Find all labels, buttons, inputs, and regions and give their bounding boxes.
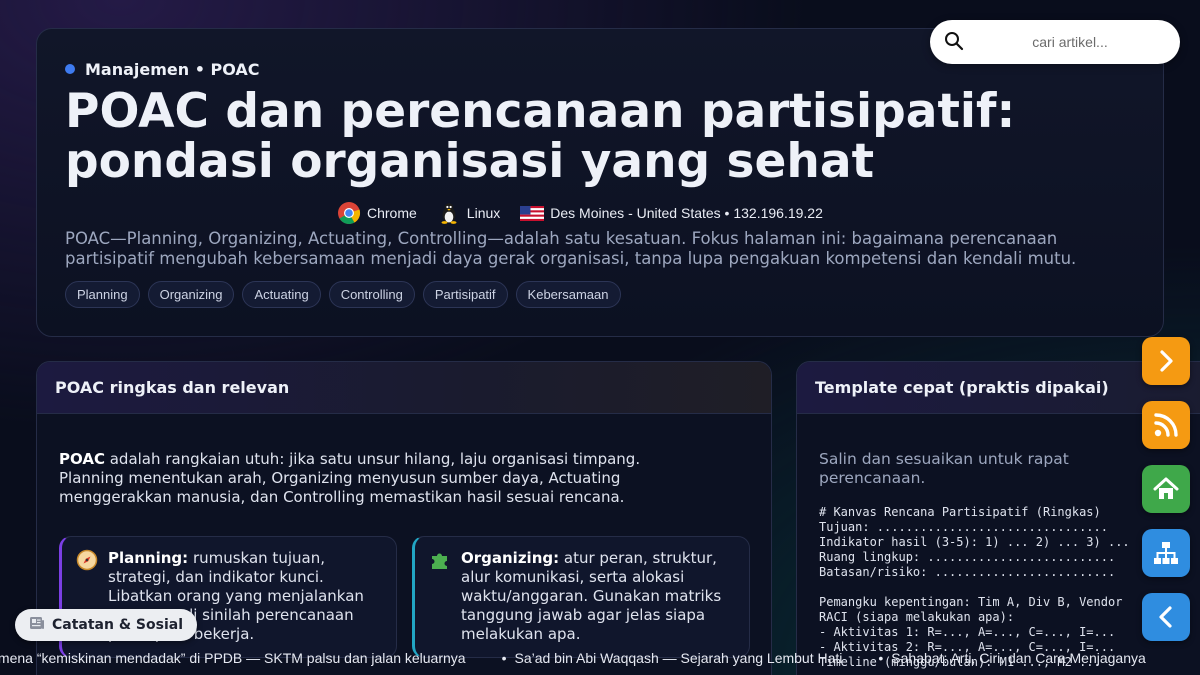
poac-intro: POAC adalah rangkaian utuh: jika satu un…	[59, 450, 699, 507]
next-article-button[interactable]	[1142, 337, 1190, 385]
browser-name: Chrome	[367, 205, 417, 221]
home-button[interactable]	[1142, 465, 1190, 513]
rss-feed-button[interactable]	[1142, 401, 1190, 449]
compass-icon	[76, 549, 98, 571]
category-label[interactable]: Manajemen • POAC	[85, 60, 260, 79]
tag-chip[interactable]: Controlling	[328, 281, 415, 308]
chrome-icon	[337, 201, 361, 225]
us-flag-icon	[520, 201, 545, 225]
chevron-right-icon	[1160, 350, 1173, 372]
puzzle-icon	[429, 549, 451, 571]
pillar-label: Organizing:	[461, 549, 560, 567]
linux-icon	[437, 201, 461, 225]
os-name: Linux	[466, 205, 501, 221]
tag-chip[interactable]: Kebersamaan	[515, 281, 621, 308]
breadcrumb: Manajemen • POAC	[65, 59, 260, 79]
notes-social-button[interactable]: Catatan & Sosial	[15, 609, 198, 641]
tag-chip[interactable]: Planning	[65, 281, 140, 308]
page-title: POAC dan perencanaan partisipatif: ponda…	[65, 84, 1016, 189]
ticker-item[interactable]: Sa’ad bin Abi Waqqash — Sejarah yang Lem…	[514, 650, 878, 666]
pillar-label: Planning:	[108, 549, 189, 567]
location-ip: Des Moines - United States • 132.196.19.…	[550, 205, 823, 221]
search-icon[interactable]	[944, 31, 964, 55]
tag-chip[interactable]: Actuating	[242, 281, 321, 308]
card-title: POAC ringkas dan relevan	[37, 362, 771, 414]
template-card: Template cepat (praktis dipakai) Salin d…	[796, 361, 1200, 675]
tag-chip[interactable]: Organizing	[147, 281, 235, 308]
ticker-bullet: •	[501, 650, 507, 666]
card-title: Template cepat (praktis dipakai)	[797, 362, 1200, 414]
sitemap-button[interactable]	[1142, 529, 1190, 577]
tag-chip[interactable]: Partisipatif	[422, 281, 508, 308]
home-icon	[1153, 477, 1179, 499]
category-dot-icon	[65, 64, 75, 74]
previous-article-button[interactable]	[1142, 593, 1190, 641]
ticker-item[interactable]: Sahabat: Arti, Ciri, dan Cara Menjaganya	[891, 650, 1181, 666]
intro-text: adalah rangkaian utuh: jika satu unsur h…	[59, 450, 641, 506]
template-description: Salin dan sesuaikan untuk rapat perencan…	[819, 450, 1069, 487]
article-header: Manajemen • POAC POAC dan perencanaan pa…	[36, 28, 1164, 337]
lead-text: POAC—Planning, Organizing, Actuating, Co…	[65, 229, 1077, 268]
visitor-meta: Chrome Linux Des Moines - United States …	[337, 201, 823, 225]
intro-bold: POAC	[59, 450, 105, 468]
chevron-left-icon	[1159, 606, 1172, 628]
sitemap-icon	[1154, 542, 1178, 564]
search-input[interactable]	[974, 28, 1166, 56]
rss-icon	[1154, 413, 1178, 437]
newspaper-icon	[29, 615, 45, 635]
search-box	[930, 20, 1180, 64]
pillar-organizing: Organizing: atur peran, struktur, alur k…	[412, 536, 750, 658]
ticker-bullet: •	[878, 650, 884, 666]
ticker-item[interactable]: Fenomena “kemiskinan mendadak” di PPDB —…	[0, 650, 502, 666]
tag-list: Planning Organizing Actuating Controllin…	[65, 281, 621, 308]
news-ticker: Fenomena “kemiskinan mendadak” di PPDB —…	[0, 648, 1200, 670]
notes-social-label: Catatan & Sosial	[52, 617, 184, 633]
